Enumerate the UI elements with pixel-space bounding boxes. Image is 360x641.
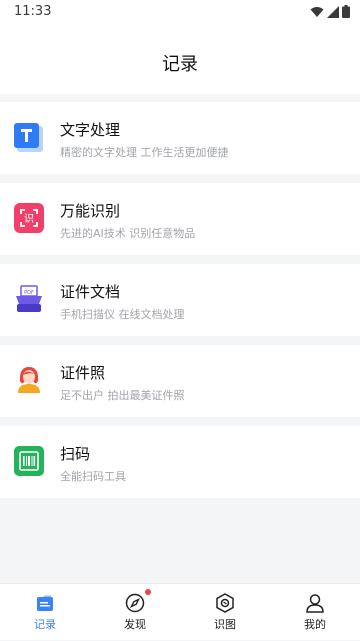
image-recognition-icon	[216, 593, 234, 613]
wifi-icon	[310, 6, 324, 17]
signal-icon	[327, 5, 339, 18]
card-subtitle: 手机扫描仪 在线文档处理	[60, 308, 185, 321]
tab-discover[interactable]: 发现	[90, 584, 180, 641]
compass-icon	[125, 593, 145, 613]
svg-text:PDF: PDF	[24, 290, 34, 296]
card-subtitle: 足不出户 拍出最美证件照	[60, 389, 185, 402]
card-text-processing[interactable]: 文字处理 精密的文字处理 工作生活更加便捷	[0, 102, 360, 174]
text-recognition-icon	[14, 123, 43, 152]
status-icons	[310, 5, 350, 18]
tab-label: 我的	[304, 618, 326, 631]
svg-text:识: 识	[24, 213, 34, 225]
card-title: 万能识别	[60, 202, 121, 220]
bottom-tab-bar: 记录 发现 识图 我的	[0, 583, 360, 640]
tab-label: 识图	[214, 618, 236, 631]
page-title: 记录	[162, 54, 198, 75]
card-subtitle: 先进的AI技术 识别任意物品	[60, 227, 196, 240]
universal-recognition-icon: 识	[14, 203, 44, 233]
profile-icon	[306, 594, 324, 613]
battery-icon	[342, 5, 350, 18]
card-universal-recognition[interactable]: 识 万能识别 先进的AI技术 识别任意物品	[0, 183, 360, 255]
tab-label: 发现	[124, 618, 146, 631]
card-title: 文字处理	[60, 121, 121, 139]
id-photo-icon	[18, 367, 40, 393]
tab-records[interactable]: 记录	[0, 584, 90, 641]
card-title: 证件照	[60, 364, 106, 382]
card-title: 证件文档	[60, 283, 121, 301]
card-subtitle: 全能扫码工具	[60, 470, 126, 483]
notification-badge	[145, 589, 151, 595]
card-title: 扫码	[60, 445, 91, 463]
tab-profile[interactable]: 我的	[270, 584, 360, 641]
barcode-scan-icon	[14, 446, 44, 476]
document-scanner-icon: PDF	[16, 285, 42, 312]
card-scan-code[interactable]: 扫码 全能扫码工具	[0, 426, 360, 498]
records-icon	[37, 595, 53, 611]
tab-image-recognition[interactable]: 识图	[180, 584, 270, 641]
card-subtitle: 精密的文字处理 工作生活更加便捷	[60, 146, 229, 159]
card-id-photo[interactable]: 证件照 足不出户 拍出最美证件照	[0, 345, 360, 417]
status-bar: 11:33	[0, 0, 360, 24]
tab-label: 记录	[34, 618, 56, 631]
header: 记录	[0, 24, 360, 94]
card-document[interactable]: PDF 证件文档 手机扫描仪 在线文档处理	[0, 264, 360, 336]
status-time: 11:33	[14, 4, 52, 19]
